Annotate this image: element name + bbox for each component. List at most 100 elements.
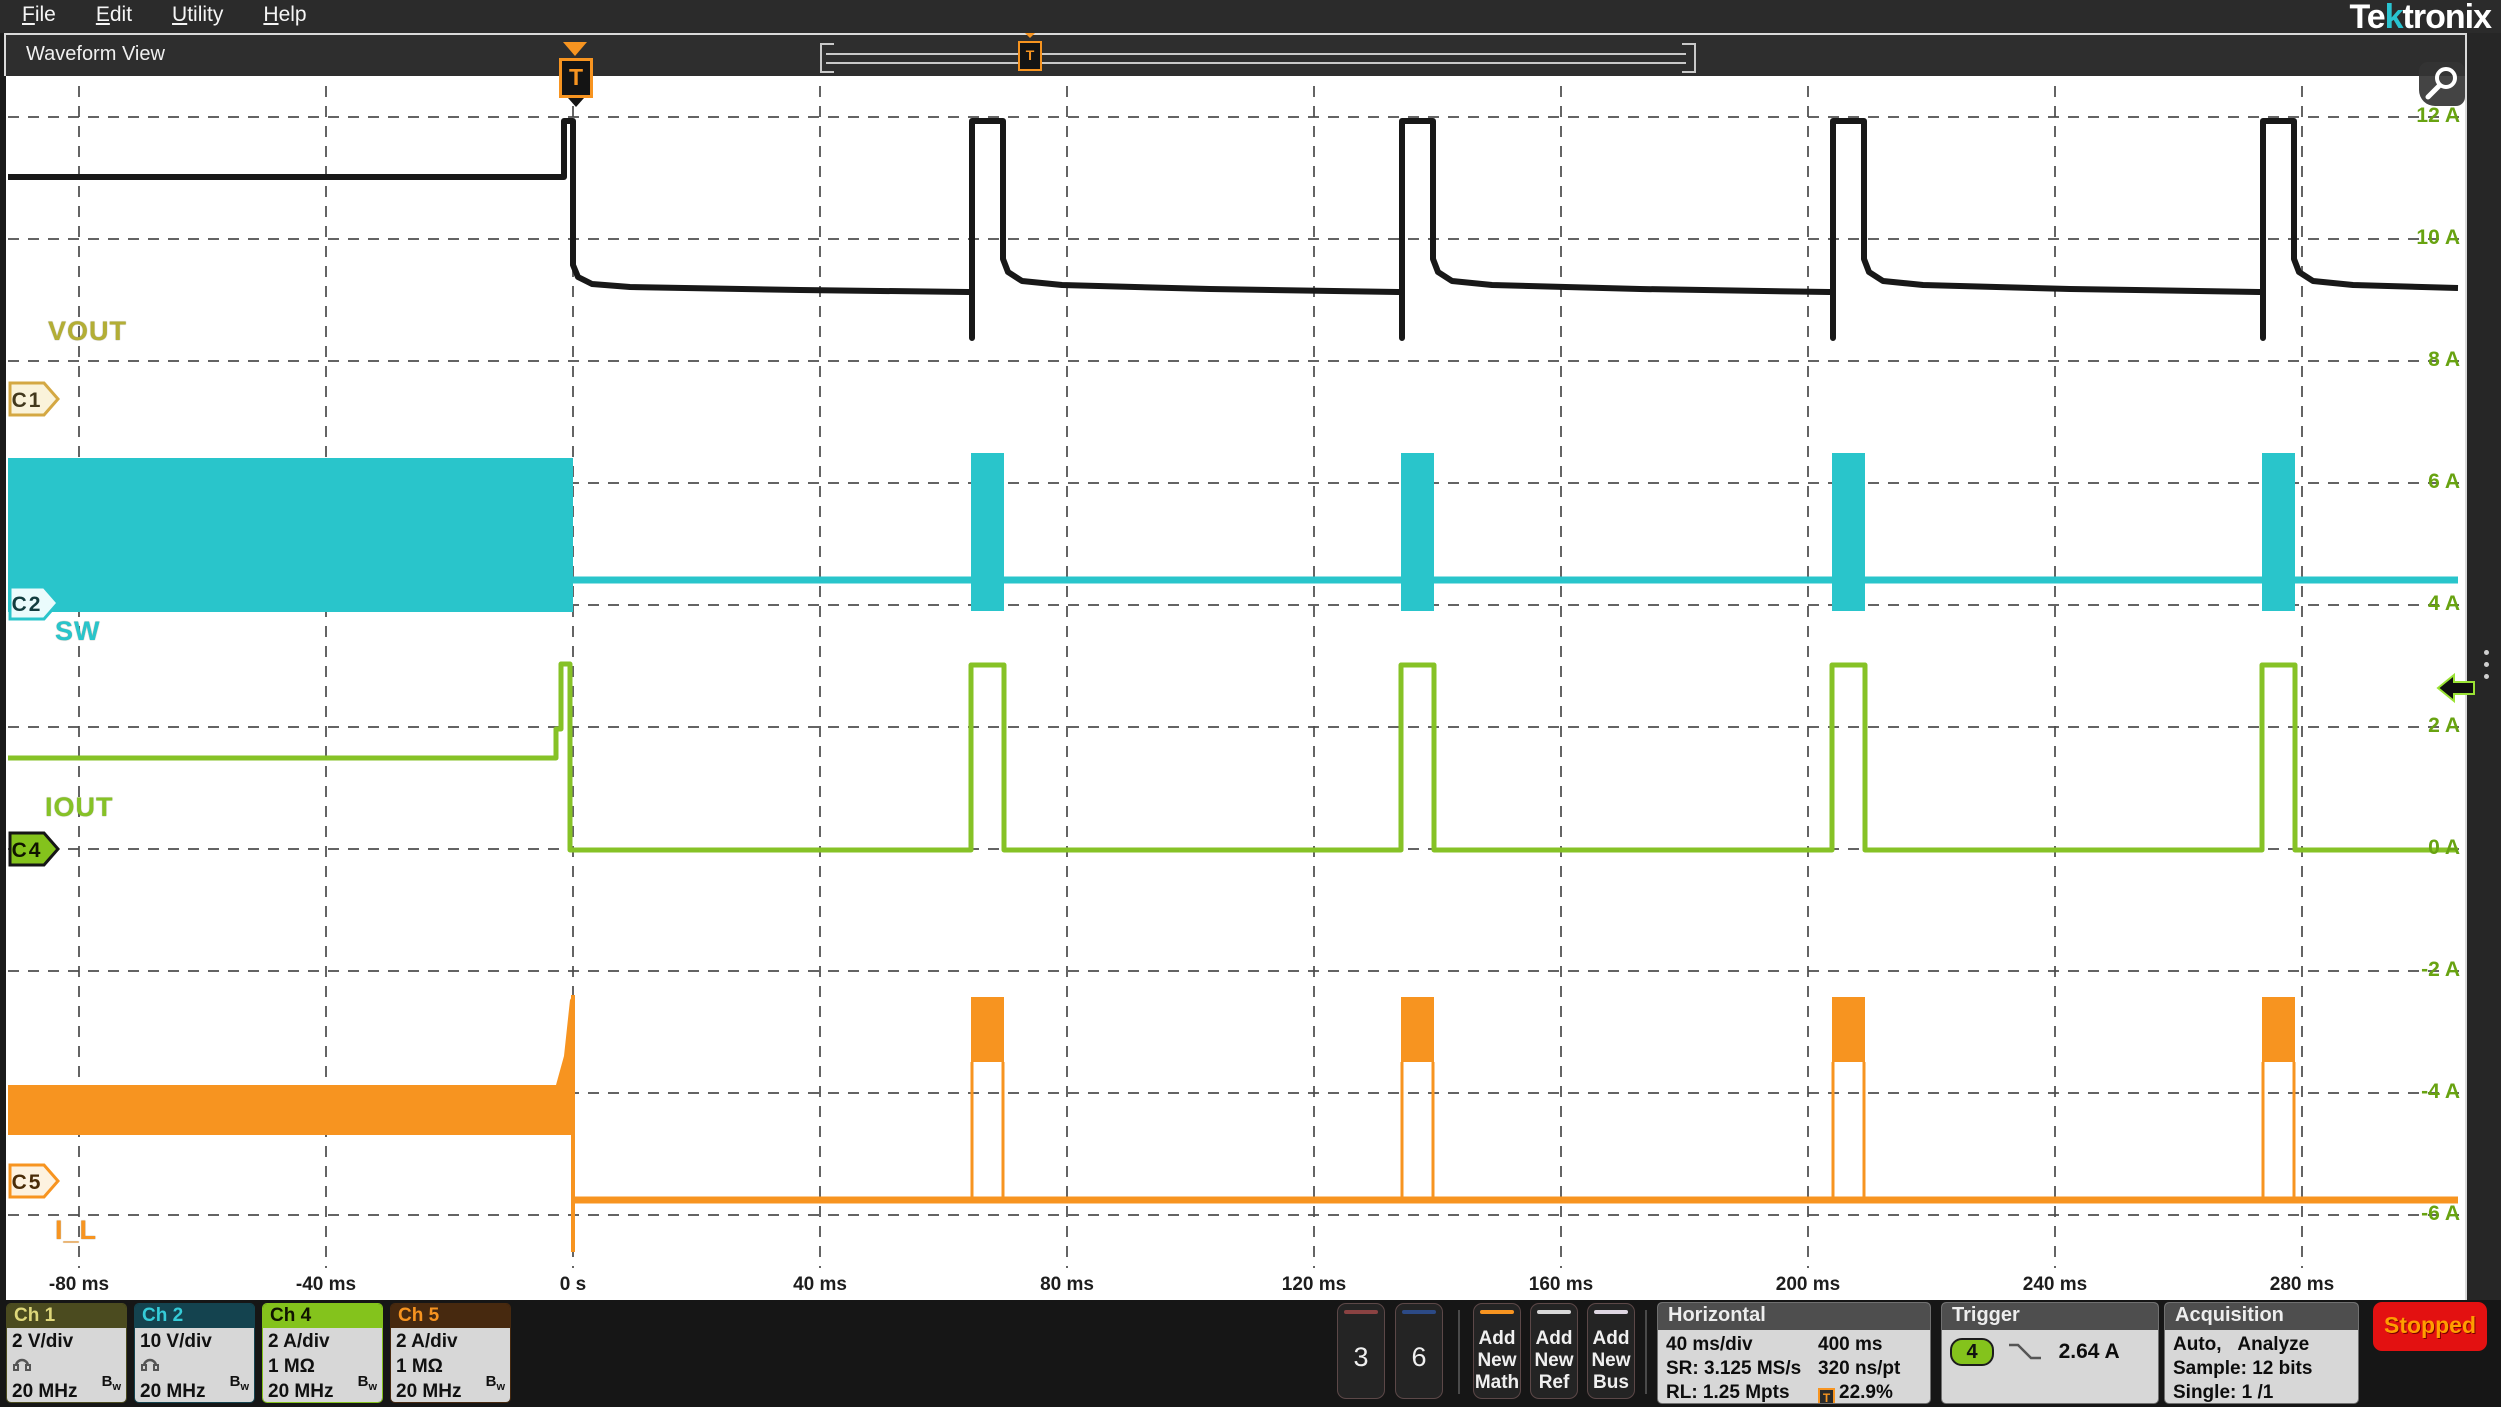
trigger-panel-title: Trigger (1942, 1303, 2158, 1330)
channel-badge-ch2[interactable]: Ch 210 V/div20 MHzBw (134, 1303, 255, 1403)
horizontal-panel[interactable]: Horizontal 40 ms/div400 msSR: 3.125 MS/s… (1658, 1303, 1930, 1403)
acquisition-mode: Auto, Analyze (2173, 1333, 2350, 1357)
overview-bracket-left[interactable] (820, 43, 834, 73)
waveform-view-header: Waveform View T (4, 33, 2465, 76)
trigger-position-flag[interactable]: T (553, 42, 597, 108)
acquisition-single: Single: 1 /1 (2173, 1381, 2350, 1403)
bandwidth-limit-badge: Bw (230, 1369, 249, 1400)
horizontal-value: SR: 3.125 MS/s (1666, 1357, 1818, 1381)
drag-handle-dot[interactable] (2484, 662, 2489, 667)
y-tick-label: -6 A (2370, 1202, 2460, 1226)
waveform-graticule[interactable]: C1C2C4C5 12 A10 A8 A6 A4 A2 A0 A-2 A-4 A… (6, 76, 2465, 1300)
channel-badges: Ch 12 V/div20 MHzBwCh 210 V/div20 MHzBwC… (6, 1303, 518, 1403)
magnifier-icon (2419, 62, 2465, 106)
menu-utility[interactable]: Utility (172, 3, 223, 27)
add-new-ref-button[interactable]: AddNewRef (1530, 1303, 1578, 1399)
channel-flag-c4[interactable]: C4 (10, 833, 58, 865)
y-tick-label: 0 A (2370, 836, 2460, 860)
zoom-tool-button[interactable] (2419, 62, 2465, 106)
menu-edit[interactable]: Edit (96, 3, 132, 27)
waveform-label-iout: IOUT (45, 792, 114, 823)
add-new-math-button[interactable]: AddNewMath (1473, 1303, 1521, 1399)
channel-badge-ch1[interactable]: Ch 12 V/div20 MHzBw (6, 1303, 127, 1403)
x-tick-label: -40 ms (256, 1274, 396, 1296)
x-tick-label: 80 ms (997, 1274, 1137, 1296)
menu-bar: FileEditUtilityHelp Tektronix (0, 0, 2501, 33)
add-new-bus-button[interactable]: AddNewBus (1587, 1303, 1635, 1399)
button-label: AddNewBus (1588, 1328, 1634, 1394)
bandwidth-limit-badge: Bw (486, 1369, 505, 1400)
trigger-level-arrow[interactable] (2436, 673, 2476, 708)
acquisition-sample: Sample: 12 bits (2173, 1357, 2350, 1381)
y-tick-label: -4 A (2370, 1080, 2460, 1104)
channel-badge-header: Ch 2 (135, 1304, 254, 1328)
separator (1645, 1310, 1647, 1394)
x-tick-label: 200 ms (1738, 1274, 1878, 1296)
waveform-count-button-3[interactable]: 3 (1337, 1303, 1385, 1399)
horizontal-row: RL: 1.25 MptsT22.9% (1666, 1381, 1922, 1403)
waveform-label-sw: SW (55, 616, 101, 647)
button-color-line (1480, 1310, 1514, 1314)
x-tick-label: 280 ms (2232, 1274, 2372, 1296)
svg-text:C5: C5 (12, 1171, 43, 1194)
channel-badge-header: Ch 5 (391, 1304, 510, 1328)
waveform-traces (8, 121, 2458, 1252)
channel-badge-body: 10 V/div20 MHzBw (135, 1328, 254, 1403)
drag-handle-dot[interactable] (2484, 650, 2489, 655)
tektronix-logo: Tektronix (2349, 0, 2491, 37)
horizontal-value: 40 ms/div (1666, 1333, 1818, 1357)
acquisition-panel[interactable]: Acquisition Auto, Analyze Sample: 12 bit… (2165, 1303, 2358, 1403)
trigger-flag-tip (568, 98, 584, 115)
svg-text:C1: C1 (12, 389, 43, 412)
button-count-label: 3 (1338, 1342, 1384, 1373)
x-tick-label: -80 ms (9, 1274, 149, 1296)
menu-file[interactable]: File (22, 3, 56, 27)
bandwidth-limit-badge: Bw (358, 1369, 377, 1400)
trigger-position-mini-icon: T (1818, 1388, 1835, 1403)
bottom-settings-bar: Ch 12 V/div20 MHzBwCh 210 V/div20 MHzBwC… (0, 1300, 2501, 1407)
horizontal-value: RL: 1.25 Mpts (1666, 1381, 1818, 1403)
falling-edge-icon (2007, 1341, 2043, 1363)
bandwidth-limit-badge: Bw (102, 1369, 121, 1400)
channel-flag-c1[interactable]: C1 (10, 383, 58, 415)
overview-bracket-right[interactable] (1682, 43, 1696, 73)
button-color-line (1594, 1310, 1628, 1314)
trigger-level-value: 2.64 A (2059, 1340, 2120, 1363)
channel-badge-header: Ch 4 (263, 1304, 382, 1328)
button-color-line (1402, 1310, 1436, 1314)
trigger-panel[interactable]: Trigger 4 2.64 A (1942, 1303, 2158, 1403)
button-color-line (1537, 1310, 1571, 1314)
channel-badge-body: 2 A/div1 MΩ20 MHzBw (391, 1328, 510, 1403)
view-title: Waveform View (26, 43, 165, 66)
acquisition-panel-title: Acquisition (2165, 1303, 2358, 1330)
channel-badge-ch4[interactable]: Ch 42 A/div1 MΩ20 MHzBw (262, 1303, 383, 1403)
trigger-flag-label: T (559, 58, 593, 98)
y-tick-label: 2 A (2370, 714, 2460, 738)
waveform-count-button-6[interactable]: 6 (1395, 1303, 1443, 1399)
button-label: AddNewMath (1474, 1328, 1520, 1394)
horizontal-value: 400 ms (1818, 1333, 1882, 1357)
trigger-source-badge[interactable]: 4 (1950, 1338, 1994, 1366)
button-count-label: 6 (1396, 1342, 1442, 1373)
x-tick-label: 240 ms (1985, 1274, 2125, 1296)
run-stop-status-button[interactable]: Stopped (2373, 1302, 2487, 1351)
x-tick-label: 40 ms (750, 1274, 890, 1296)
channel-flag-c5[interactable]: C5 (10, 1165, 58, 1197)
y-tick-label: 6 A (2370, 470, 2460, 494)
y-tick-label: 4 A (2370, 592, 2460, 616)
channel-badge-ch5[interactable]: Ch 52 A/div1 MΩ20 MHzBw (390, 1303, 511, 1403)
overview-trigger-flag-icon[interactable]: T (1018, 41, 1042, 71)
record-overview-line (826, 53, 1686, 64)
menu-help[interactable]: Help (263, 3, 306, 27)
horizontal-panel-rows: 40 ms/div400 msSR: 3.125 MS/s320 ns/ptRL… (1658, 1330, 1930, 1403)
button-label: AddNewRef (1531, 1328, 1577, 1394)
button-color-line (1344, 1310, 1378, 1314)
y-tick-label: 10 A (2370, 226, 2460, 250)
waveform-canvas: C1C2C4C5 (6, 76, 2465, 1300)
drag-handle-dot[interactable] (2484, 674, 2489, 679)
left-arrow-icon (2436, 673, 2476, 703)
y-tick-label: 8 A (2370, 348, 2460, 372)
svg-text:C4: C4 (12, 839, 43, 862)
channel-badge-body: 2 V/div20 MHzBw (7, 1328, 126, 1403)
y-tick-label: -2 A (2370, 958, 2460, 982)
